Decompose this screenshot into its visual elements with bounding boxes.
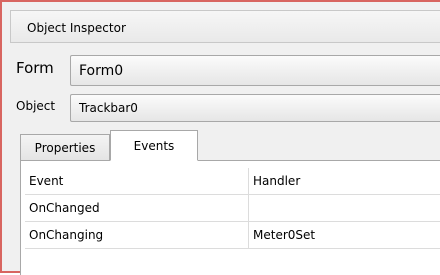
object-inspector-window: Object Inspector Form Form0 Object Track… (0, 0, 440, 275)
event-name-cell[interactable]: OnChanged (25, 195, 249, 221)
object-combobox-value: Trackbar0 (79, 101, 138, 115)
column-header-handler[interactable]: Handler (249, 168, 440, 194)
column-header-event[interactable]: Event (25, 168, 249, 194)
handler-cell[interactable]: Meter0Set (249, 222, 440, 248)
tab-properties-label: Properties (34, 140, 96, 155)
table-row[interactable]: OnChanged (25, 195, 440, 222)
form-label: Form (16, 59, 54, 77)
form-combobox-value: Form0 (79, 62, 124, 79)
object-combobox[interactable]: Trackbar0 (70, 94, 440, 122)
tab-events-label: Events (133, 138, 175, 153)
grid-header-row: Event Handler (25, 168, 440, 195)
table-row[interactable]: OnChanging Meter0Set (25, 222, 440, 249)
object-label: Object (16, 99, 56, 113)
window-title: Object Inspector (27, 21, 126, 35)
events-panel: Event Handler OnChanged OnChanging Meter… (20, 160, 440, 275)
tab-events[interactable]: Events (110, 130, 198, 161)
tab-properties[interactable]: Properties (20, 134, 110, 160)
events-grid: Event Handler OnChanged OnChanging Meter… (25, 168, 440, 249)
handler-cell[interactable] (249, 195, 440, 221)
title-bar: Object Inspector (10, 10, 440, 43)
form-combobox[interactable]: Form0 (70, 55, 440, 86)
event-name-cell[interactable]: OnChanging (25, 222, 249, 248)
